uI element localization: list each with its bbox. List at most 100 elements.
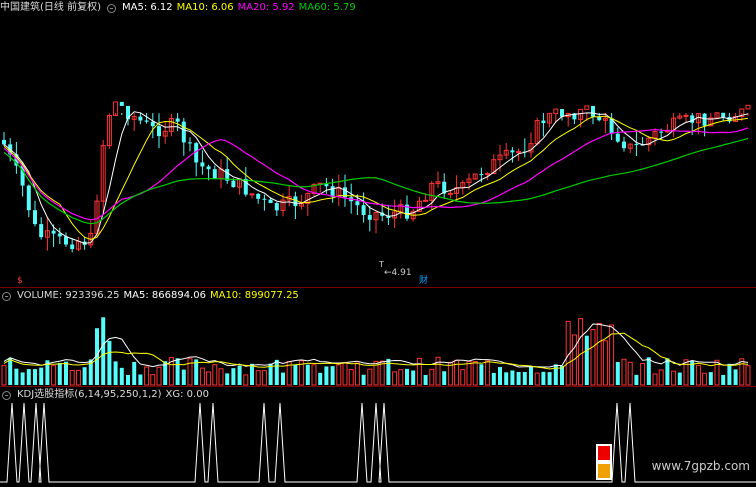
- volume-bar: [429, 368, 435, 386]
- finance-event-badge[interactable]: 财: [419, 273, 428, 286]
- candle-down: [615, 133, 620, 142]
- candle-down: [138, 116, 143, 121]
- candle-down: [188, 142, 192, 144]
- dividend-badge[interactable]: $: [17, 276, 23, 286]
- volume-bar: [560, 365, 564, 385]
- volume-bar: [132, 361, 137, 385]
- volume-bar: [305, 364, 310, 385]
- volume-bar: [522, 371, 527, 385]
- candle-down: [57, 233, 62, 237]
- volume-bar: [64, 361, 68, 385]
- candle-down: [150, 121, 155, 127]
- candle-down: [51, 230, 56, 234]
- candle-down: [659, 131, 664, 133]
- volume-bar: [442, 371, 447, 385]
- candle-down: [510, 150, 515, 153]
- volume-ma5-line: [3, 323, 749, 368]
- volume-bar: [261, 370, 267, 386]
- candle-down: [479, 174, 484, 176]
- volume-bar: [695, 364, 701, 386]
- volume-bar: [379, 360, 385, 386]
- candle-down: [33, 210, 37, 225]
- volume-bar: [250, 363, 254, 385]
- volume-bar: [640, 363, 646, 386]
- volume-bar: [578, 318, 584, 386]
- volume-bar: [1, 364, 7, 386]
- volume-bar: [14, 368, 19, 385]
- volume-bar: [39, 367, 44, 385]
- candle-down: [560, 109, 564, 117]
- low-price-label: ←4.91: [384, 268, 412, 278]
- volume-bar: [677, 372, 682, 385]
- volume-bar: [621, 358, 627, 386]
- volume-bar: [671, 370, 677, 386]
- volume-bar: [615, 362, 620, 385]
- volume-bar: [547, 372, 552, 385]
- volume-bar: [646, 357, 651, 385]
- volume-bar: [51, 365, 57, 386]
- volume-bar: [237, 365, 242, 385]
- volume-bar: [57, 362, 62, 385]
- volume-bar: [113, 361, 118, 385]
- volume-bar: [311, 364, 317, 386]
- candle-up: [249, 193, 255, 196]
- volume-bar: [199, 367, 205, 386]
- chart-canvas[interactable]: [0, 0, 756, 487]
- volume-bar: [324, 366, 329, 385]
- candle-down: [622, 141, 626, 149]
- candle-down: [119, 101, 124, 106]
- candle-up: [423, 199, 429, 202]
- candle-down: [175, 118, 180, 122]
- volume-bar: [75, 369, 81, 386]
- volume-bar: [727, 363, 732, 385]
- kdj-layer: [0, 402, 756, 483]
- candle-down: [361, 205, 366, 215]
- volume-bar: [596, 322, 602, 386]
- kdj-signal-line: [0, 402, 756, 483]
- candle-down: [274, 203, 279, 211]
- volume-bar: [634, 374, 639, 385]
- volume-bar: [156, 366, 162, 386]
- candle-down: [597, 116, 602, 121]
- candle-down: [256, 193, 261, 199]
- volume-bar: [472, 361, 478, 386]
- volume-bar: [348, 369, 354, 386]
- candle-up: [553, 108, 559, 114]
- candle-up: [584, 105, 590, 110]
- candle-down: [702, 113, 707, 126]
- candle-down: [721, 112, 726, 117]
- volume-bar: [218, 368, 224, 386]
- candle-down: [2, 140, 6, 145]
- volume-bar: [361, 374, 366, 385]
- candle-down: [212, 169, 217, 179]
- candle-down: [26, 185, 31, 211]
- watermark-text: www.7gpzb.com: [651, 459, 750, 473]
- volume-bar: [354, 362, 360, 386]
- volume-bar: [138, 374, 143, 385]
- volume-bar: [416, 357, 422, 386]
- candle-down: [144, 120, 149, 122]
- candle-down: [541, 120, 546, 124]
- volume-bar: [590, 329, 596, 386]
- volume-bar: [466, 360, 472, 386]
- volume-bar: [423, 374, 428, 385]
- candle-down: [64, 236, 68, 245]
- volume-bar: [212, 364, 218, 386]
- volume-bar: [293, 364, 298, 385]
- volume-bar: [510, 370, 515, 385]
- volume-bar: [231, 368, 236, 385]
- candle-down: [690, 115, 695, 123]
- volume-bar: [529, 366, 533, 385]
- volume-bar: [330, 366, 335, 385]
- volume-bar: [225, 373, 230, 385]
- candle-down: [231, 180, 236, 188]
- candle-down: [206, 166, 211, 170]
- volume-bar: [101, 317, 106, 385]
- volume-bar: [336, 364, 342, 386]
- volume-bar: [627, 361, 633, 386]
- volume-bar: [150, 374, 156, 386]
- volume-bar: [702, 372, 708, 386]
- volume-bar: [69, 369, 75, 386]
- volume-bar: [534, 372, 540, 386]
- candlestick-layer: [2, 101, 751, 253]
